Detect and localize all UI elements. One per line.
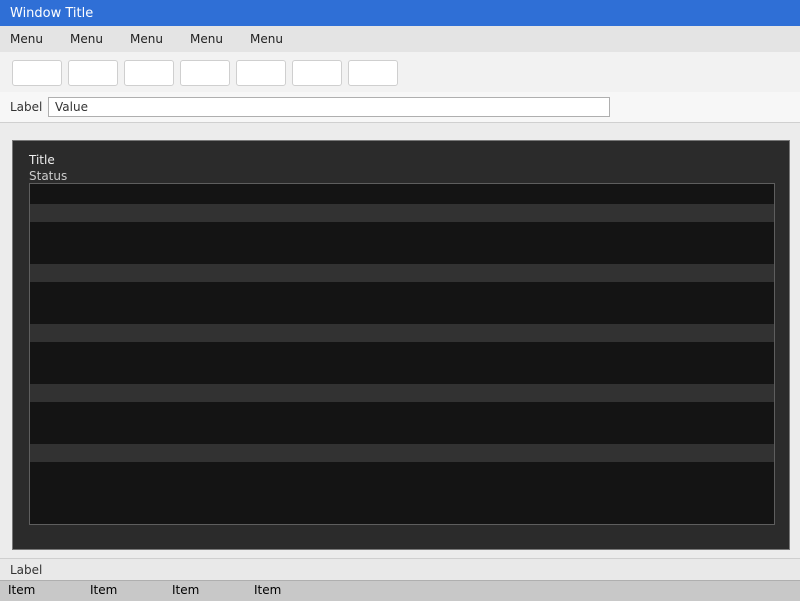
- status-text: Label: [10, 563, 43, 577]
- taskbar-item-4[interactable]: Item: [254, 583, 281, 597]
- toolbar-button-4[interactable]: [180, 60, 230, 86]
- gridband-1: [30, 204, 774, 222]
- main-content: Title Status: [12, 140, 790, 550]
- chart-status: Status: [29, 169, 68, 183]
- toolbar-button-1[interactable]: [12, 60, 62, 86]
- address-label: Label: [10, 100, 43, 114]
- gridband-2: [30, 264, 774, 282]
- menu-item-2[interactable]: Menu: [70, 32, 103, 46]
- taskbar-item-3[interactable]: Item: [172, 583, 199, 597]
- toolbar-button-3[interactable]: [124, 60, 174, 86]
- toolbar-button-5[interactable]: [236, 60, 286, 86]
- address-input[interactable]: Value: [48, 97, 610, 117]
- menu-item-1[interactable]: Menu: [10, 32, 43, 46]
- menu-item-3[interactable]: Menu: [130, 32, 163, 46]
- address-bar: Label Value: [0, 92, 800, 123]
- toolbar: [0, 52, 800, 93]
- gridband-4: [30, 384, 774, 402]
- address-value: Value: [55, 100, 88, 114]
- toolbar-button-7[interactable]: [348, 60, 398, 86]
- chart-area: [29, 183, 775, 525]
- toolbar-button-6[interactable]: [292, 60, 342, 86]
- taskbar: Item Item Item Item: [0, 580, 800, 601]
- browser-window: Window Title Menu Menu Menu Menu Menu La…: [0, 0, 800, 601]
- gridband-5: [30, 444, 774, 462]
- gridband-3: [30, 324, 774, 342]
- title-bar: Window Title: [0, 0, 800, 26]
- menu-bar: Menu Menu Menu Menu Menu: [0, 26, 800, 53]
- menu-item-4[interactable]: Menu: [190, 32, 223, 46]
- toolbar-button-2[interactable]: [68, 60, 118, 86]
- taskbar-item-1[interactable]: Item: [8, 583, 35, 597]
- taskbar-item-2[interactable]: Item: [90, 583, 117, 597]
- status-bar: Label: [0, 558, 800, 581]
- window-title: Window Title: [10, 6, 94, 21]
- menu-item-5[interactable]: Menu: [250, 32, 283, 46]
- chart-title: Title: [29, 153, 55, 167]
